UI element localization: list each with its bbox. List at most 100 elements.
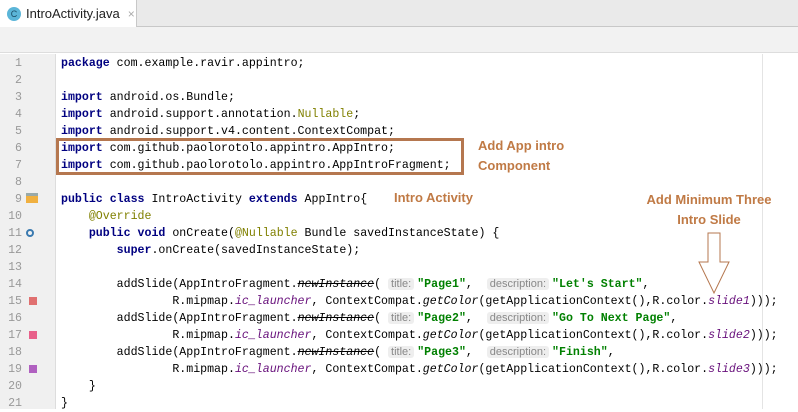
code-token: (getApplicationContext(),R.color. [478, 363, 709, 376]
code-token: import [61, 108, 103, 121]
code-line[interactable]: 15 R.mipmap.ic_launcher, ContextCompat.g… [0, 293, 798, 310]
parameter-hint: description: [486, 346, 550, 358]
code-line[interactable]: 17 R.mipmap.ic_launcher, ContextCompat.g… [0, 327, 798, 344]
code-token: , ContextCompat. [311, 295, 423, 308]
code-token: ; [353, 108, 361, 121]
code-text: import android.os.Bundle; [61, 89, 235, 106]
code-token: android.support.annotation. [102, 108, 298, 121]
code-token: super [116, 244, 152, 257]
tab-intro-activity[interactable]: C IntroActivity.java × [0, 0, 137, 27]
line-number: 12 [8, 244, 22, 257]
code-token: ))); [749, 295, 778, 308]
code-text: import android.support.annotation.Nullab… [61, 106, 360, 123]
note-intro-activity: Intro Activity [394, 190, 473, 205]
code-text: super.onCreate(savedInstanceState); [61, 242, 361, 259]
code-line[interactable]: 3 import android.os.Bundle; [0, 89, 798, 106]
line-number: 14 [8, 278, 22, 291]
code-token: com.example.ravir.appintro; [109, 57, 305, 70]
code-token: "Page1" [417, 278, 466, 291]
line-number: 9 [15, 193, 22, 206]
code-text: public class IntroActivity extends AppIn… [61, 191, 367, 208]
down-arrow-icon [698, 232, 730, 295]
code-line[interactable]: 2 [0, 72, 798, 89]
line-number: 6 [15, 142, 22, 155]
line-number: 10 [8, 210, 22, 223]
code-text: } [61, 395, 68, 412]
code-line[interactable]: 12 super.onCreate(savedInstanceState); [0, 242, 798, 259]
code-token: @Nullable [234, 227, 298, 240]
parameter-hint: title: [388, 278, 415, 290]
code-token: "Page2" [417, 312, 466, 325]
code-token: public void [88, 227, 166, 240]
code-line[interactable]: 20 } [0, 378, 798, 395]
line-number: 5 [15, 125, 22, 138]
code-token: Bundle savedInstanceState) { [297, 227, 500, 240]
layout-file-icon[interactable] [26, 193, 38, 203]
code-line[interactable]: 14 addSlide(AppIntroFragment.newInstance… [0, 276, 798, 293]
line-number: 15 [8, 295, 22, 308]
code-line[interactable]: 18 addSlide(AppIntroFragment.newInstance… [0, 344, 798, 361]
code-token: newInstance [297, 312, 375, 325]
code-token: , ContextCompat. [311, 329, 423, 342]
color-swatch-icon[interactable] [29, 365, 37, 373]
code-line[interactable]: 13 [0, 259, 798, 276]
code-token: } [61, 397, 68, 410]
code-token: "Go To Next Page" [552, 312, 671, 325]
code-text: public void onCreate(@Nullable Bundle sa… [61, 225, 500, 242]
parameter-hint: title: [388, 312, 415, 324]
code-token: newInstance [297, 278, 375, 291]
code-text: package com.example.ravir.appintro; [61, 55, 305, 72]
class-c-icon: C [7, 6, 21, 21]
line-number: 7 [15, 159, 22, 172]
code-line[interactable]: 19 R.mipmap.ic_launcher, ContextCompat.g… [0, 361, 798, 378]
code-token: slide2 [708, 329, 750, 342]
code-token: onCreate( [165, 227, 235, 240]
code-token: } [61, 380, 96, 393]
color-swatch-icon[interactable] [29, 297, 37, 305]
code-token: addSlide(AppIntroFragment. [61, 312, 298, 325]
note-line: Add Minimum Three [646, 192, 772, 207]
code-token: (getApplicationContext(),R.color. [478, 329, 709, 342]
code-token: import [61, 91, 103, 104]
line-number: 18 [8, 346, 22, 359]
code-token: IntroActivity [144, 193, 249, 206]
code-text: addSlide(AppIntroFragment.newInstance( t… [61, 310, 677, 327]
code-token: "Finish" [552, 346, 608, 359]
code-text: R.mipmap.ic_launcher, ContextCompat.getC… [61, 293, 778, 310]
code-text: R.mipmap.ic_launcher, ContextCompat.getC… [61, 327, 777, 344]
code-token: newInstance [297, 346, 375, 359]
code-token: ( [374, 312, 389, 325]
override-method-icon[interactable] [26, 229, 34, 237]
code-token: , [465, 312, 487, 325]
editor-tab-bar: C IntroActivity.java × [0, 0, 798, 27]
code-text: @Override [61, 208, 152, 225]
code-line[interactable]: 1 package com.example.ravir.appintro; [0, 55, 798, 72]
note-line: Intro Slide [677, 212, 741, 227]
close-icon[interactable]: × [128, 7, 135, 21]
line-number: 2 [15, 74, 22, 87]
code-token: ic_launcher [234, 329, 312, 342]
code-token: ic_launcher [234, 363, 312, 376]
code-token: AppIntro{ [297, 193, 368, 206]
code-token: android.os.Bundle; [102, 91, 235, 104]
note-add-component: Add App intro Component [478, 136, 564, 176]
code-token: "Let's Start" [552, 278, 643, 291]
line-number: 16 [8, 312, 22, 325]
code-token: slide1 [708, 295, 750, 308]
note-line: Component [478, 158, 551, 173]
code-line[interactable]: 4 import android.support.annotation.Nulla… [0, 106, 798, 123]
color-swatch-icon[interactable] [29, 331, 37, 339]
code-token: "Page3" [417, 346, 466, 359]
code-token: , [465, 278, 487, 291]
code-token: Nullable [297, 108, 354, 121]
code-text: addSlide(AppIntroFragment.newInstance( t… [61, 344, 615, 361]
code-line[interactable]: 21} [0, 395, 798, 412]
code-token: public class [61, 193, 145, 206]
code-line[interactable]: 16 addSlide(AppIntroFragment.newInstance… [0, 310, 798, 327]
code-token: getColor [422, 363, 479, 376]
code-token: addSlide(AppIntroFragment. [61, 278, 298, 291]
code-token: R.mipmap. [61, 295, 235, 308]
